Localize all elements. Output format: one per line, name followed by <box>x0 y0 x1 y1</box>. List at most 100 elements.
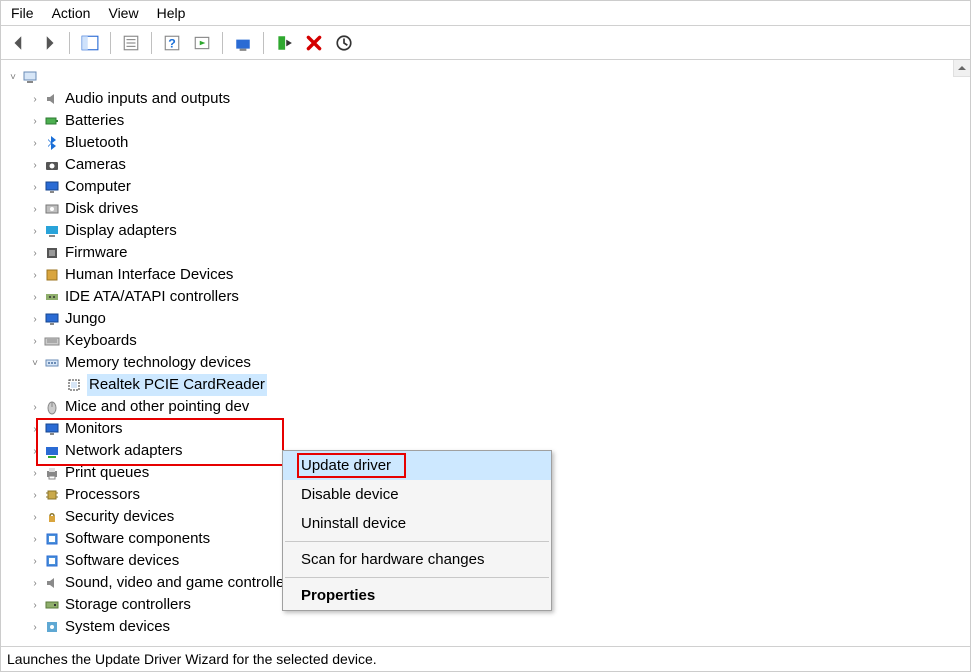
tree-item-label: Software components <box>65 528 210 551</box>
tree-item-label: Sound, video and game controllers <box>65 572 297 595</box>
tree-item-label: Mice and other pointing dev <box>65 396 249 419</box>
tree-category[interactable]: › Audio inputs and outputs <box>7 88 970 110</box>
help-button[interactable]: ? <box>160 31 184 55</box>
expander-icon[interactable]: › <box>29 510 41 525</box>
hid-icon <box>43 266 61 284</box>
firmware-icon <box>43 244 61 262</box>
expander-icon[interactable]: › <box>29 532 41 547</box>
context-menu-item[interactable]: Properties <box>283 581 551 610</box>
action-button[interactable] <box>190 31 214 55</box>
expander-icon[interactable]: › <box>29 268 41 283</box>
tree-category[interactable]: › Bluetooth <box>7 132 970 154</box>
tree-device[interactable]: Realtek PCIE CardReader <box>7 374 970 396</box>
expander-icon[interactable]: › <box>29 158 41 173</box>
toolbar: ? <box>1 26 970 60</box>
tree-item-label: System devices <box>65 616 170 639</box>
context-menu-item[interactable]: Disable device <box>283 480 551 509</box>
tree-category[interactable]: › Display adapters <box>7 220 970 242</box>
tree-category[interactable]: › Keyboards <box>7 330 970 352</box>
tree-item-label: Batteries <box>65 110 124 133</box>
expander-icon[interactable]: › <box>29 180 41 195</box>
tree-item-label: Computer <box>65 176 131 199</box>
tree-item-label: Cameras <box>65 154 126 177</box>
expander-icon[interactable]: › <box>29 114 41 129</box>
expander-icon[interactable]: › <box>29 576 41 591</box>
software-icon <box>43 530 61 548</box>
tree-category[interactable]: › System devices <box>7 616 970 638</box>
menu-help[interactable]: Help <box>157 5 186 21</box>
software-icon <box>43 552 61 570</box>
toolbar-separator <box>222 32 223 54</box>
tree-category[interactable]: › Cameras <box>7 154 970 176</box>
context-menu-item[interactable]: Uninstall device <box>283 509 551 538</box>
expander-icon[interactable]: › <box>29 246 41 261</box>
keyboard-icon <box>43 332 61 350</box>
expander-icon[interactable]: › <box>29 466 41 481</box>
expander-icon[interactable]: › <box>29 290 41 305</box>
tree-root[interactable]: ˅ <box>7 66 970 88</box>
security-icon <box>43 508 61 526</box>
expander-icon[interactable]: › <box>29 620 41 635</box>
context-menu-item[interactable]: Scan for hardware changes <box>283 545 551 574</box>
tree-category[interactable]: › Jungo <box>7 308 970 330</box>
uninstall-device-button[interactable] <box>302 31 326 55</box>
expander-icon[interactable]: › <box>29 598 41 613</box>
properties-button[interactable] <box>119 31 143 55</box>
tree-item-label: Bluetooth <box>65 132 128 155</box>
tree-category[interactable]: › Mice and other pointing dev <box>7 396 970 418</box>
expander-icon[interactable]: › <box>29 136 41 151</box>
statusbar-text: Launches the Update Driver Wizard for th… <box>7 651 377 667</box>
tree-category[interactable]: ˅ Memory technology devices <box>7 352 970 374</box>
expander-icon[interactable]: › <box>29 400 41 415</box>
scroll-up-button[interactable] <box>953 60 970 77</box>
show-hide-tree-button[interactable] <box>78 31 102 55</box>
tree-item-label: Print queues <box>65 462 149 485</box>
disk-icon <box>43 200 61 218</box>
tree-category[interactable]: › Human Interface Devices <box>7 264 970 286</box>
tree-item-label: Network adapters <box>65 440 183 463</box>
expander-icon[interactable]: › <box>29 554 41 569</box>
menu-view[interactable]: View <box>108 5 138 21</box>
tree-item-label: Software devices <box>65 550 179 573</box>
expander-icon[interactable]: › <box>29 334 41 349</box>
menu-action[interactable]: Action <box>52 5 91 21</box>
tree-item-label: Security devices <box>65 506 174 529</box>
update-driver-button[interactable] <box>231 31 255 55</box>
expander-icon[interactable]: › <box>29 488 41 503</box>
tree-item-label: Processors <box>65 484 140 507</box>
svg-text:?: ? <box>168 36 176 50</box>
statusbar: Launches the Update Driver Wizard for th… <box>1 646 970 671</box>
toolbar-separator <box>110 32 111 54</box>
tree-category[interactable]: › Firmware <box>7 242 970 264</box>
expander-icon[interactable]: › <box>29 92 41 107</box>
context-menu-item[interactable]: Update driver <box>283 451 551 480</box>
tree-category[interactable]: › Disk drives <box>7 198 970 220</box>
expander-icon[interactable]: › <box>29 312 41 327</box>
cardreader-icon <box>65 376 83 394</box>
expander-icon[interactable]: › <box>29 422 41 437</box>
camera-icon <box>43 156 61 174</box>
toolbar-separator <box>69 32 70 54</box>
expander-icon[interactable]: › <box>29 444 41 459</box>
expander-icon[interactable]: › <box>29 202 41 217</box>
tree-category[interactable]: › IDE ATA/ATAPI controllers <box>7 286 970 308</box>
tree-item-label: Memory technology devices <box>65 352 251 375</box>
expander-icon[interactable]: ˅ <box>29 356 41 371</box>
expander-icon[interactable]: › <box>29 224 41 239</box>
menu-file[interactable]: File <box>11 5 34 21</box>
tree-item-label: Keyboards <box>65 330 137 353</box>
context-menu-separator <box>285 541 549 542</box>
tree-category[interactable]: › Batteries <box>7 110 970 132</box>
scan-hardware-button[interactable] <box>332 31 356 55</box>
forward-button[interactable] <box>37 31 61 55</box>
tree-category[interactable]: › Computer <box>7 176 970 198</box>
back-button[interactable] <box>7 31 31 55</box>
speaker-icon <box>43 90 61 108</box>
speaker-icon <box>43 574 61 592</box>
tree-category[interactable]: › Monitors <box>7 418 970 440</box>
expander-icon[interactable]: ˅ <box>7 70 19 85</box>
ide-icon <box>43 288 61 306</box>
enable-device-button[interactable] <box>272 31 296 55</box>
tree-item-label: Jungo <box>65 308 106 331</box>
tree-item-label: IDE ATA/ATAPI controllers <box>65 286 239 309</box>
